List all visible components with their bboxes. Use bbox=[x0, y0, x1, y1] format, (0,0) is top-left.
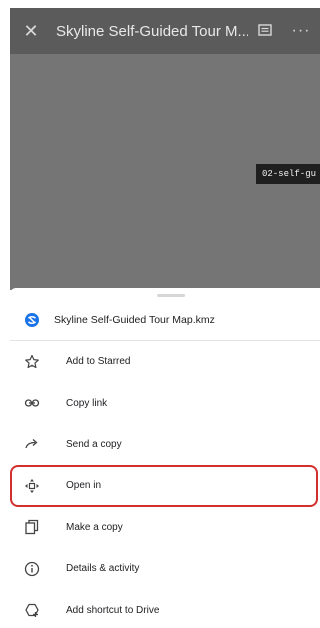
menu-item-label: Add shortcut to Drive bbox=[66, 604, 160, 616]
file-title: Skyline Self-Guided Tour M... bbox=[56, 22, 248, 40]
forward-arrow-icon bbox=[23, 435, 41, 453]
add-shortcut-icon bbox=[23, 601, 41, 619]
menu-item-make-a-copy[interactable]: Make a copy bbox=[10, 507, 320, 548]
star-outline-icon bbox=[23, 353, 41, 371]
copy-icon bbox=[23, 518, 41, 536]
file-name-chip: 02-self-gu bbox=[255, 164, 320, 184]
open-in-move-icon bbox=[23, 477, 41, 495]
kmz-file-icon bbox=[25, 313, 39, 327]
menu-item-copy-link[interactable]: Copy link bbox=[10, 382, 320, 423]
info-icon bbox=[23, 560, 41, 578]
more-horizontal-icon[interactable]: ··· bbox=[282, 22, 320, 40]
bottom-sheet: Skyline Self-Guided Tour Map.kmz Add to … bbox=[10, 288, 320, 628]
menu-item-label: Open in bbox=[66, 480, 102, 492]
menu-item-label: Send a copy bbox=[66, 438, 122, 450]
sheet-header: Skyline Self-Guided Tour Map.kmz bbox=[10, 300, 320, 340]
sheet-file-name: Skyline Self-Guided Tour Map.kmz bbox=[54, 314, 215, 326]
menu-item-label: Copy link bbox=[66, 397, 108, 409]
menu-item-details-activity[interactable]: Details & activity bbox=[10, 548, 320, 589]
actions-menu: Add to Starred Copy link Send a copy Ope… bbox=[10, 341, 320, 628]
close-icon[interactable]: ✕ bbox=[10, 21, 52, 42]
screen: ✕ Skyline Self-Guided Tour M... ··· 02-s… bbox=[0, 0, 320, 628]
file-preview: 02-self-gu bbox=[10, 54, 320, 290]
menu-item-add-to-starred[interactable]: Add to Starred bbox=[10, 341, 320, 382]
menu-item-add-shortcut[interactable]: Add shortcut to Drive bbox=[10, 589, 320, 628]
menu-item-label: Make a copy bbox=[66, 521, 123, 533]
drag-handle[interactable] bbox=[157, 294, 185, 297]
link-icon bbox=[23, 394, 41, 412]
menu-item-send-a-copy[interactable]: Send a copy bbox=[10, 424, 320, 465]
app-bar: ✕ Skyline Self-Guided Tour M... ··· bbox=[10, 8, 320, 54]
comment-icon[interactable] bbox=[248, 24, 282, 38]
menu-item-label: Add to Starred bbox=[66, 356, 131, 368]
menu-item-open-in[interactable]: Open in bbox=[10, 465, 318, 507]
menu-item-label: Details & activity bbox=[66, 563, 140, 575]
